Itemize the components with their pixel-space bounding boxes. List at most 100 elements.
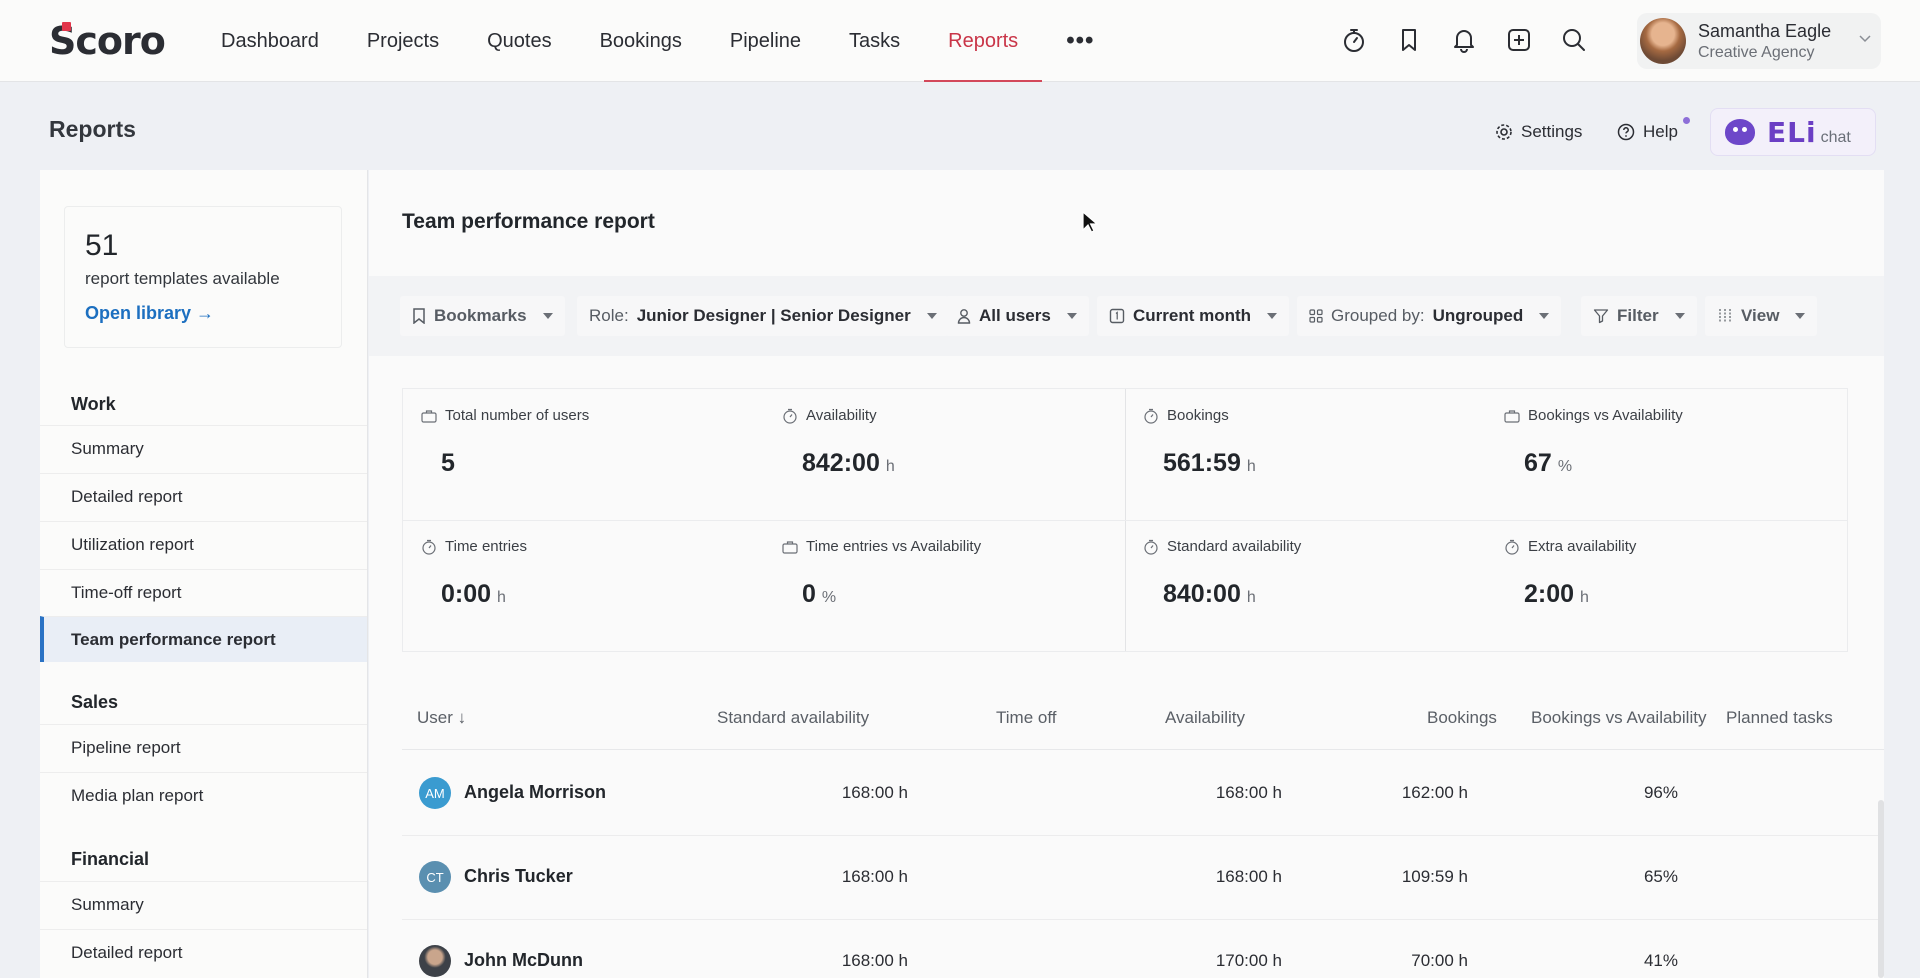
user-icon	[957, 309, 971, 324]
top-icon-group	[1340, 22, 1588, 58]
bell-icon[interactable]	[1450, 22, 1478, 58]
caret-down-icon	[1795, 313, 1806, 319]
sidebar-item-pipeline[interactable]: Pipeline report	[40, 724, 367, 770]
bookings-cell: 109:59 h	[1401, 867, 1468, 886]
add-icon[interactable]	[1505, 22, 1533, 58]
eli-chat-label: chat	[1820, 129, 1851, 146]
stat-label-group: Availability	[782, 407, 877, 424]
view-dropdown[interactable]: View	[1705, 296, 1818, 336]
calendar-icon	[1109, 308, 1125, 324]
stat-time-entries-vs-availability: Time entries vs Availability 0%	[764, 520, 1125, 652]
users-value: All users	[979, 306, 1051, 325]
column-planned-tasks[interactable]: Planned tasks	[1726, 708, 1833, 728]
nav-reports[interactable]: Reports	[924, 0, 1043, 82]
role-dropdown[interactable]: Role: Junior Designer | Senior Designer	[577, 296, 949, 336]
stat-label-group: Extra availability	[1504, 538, 1636, 555]
search-icon[interactable]	[1560, 22, 1588, 58]
stat-unit: h	[1580, 589, 1589, 606]
nav-projects[interactable]: Projects	[343, 0, 463, 82]
column-availability[interactable]: Availability	[1165, 708, 1245, 728]
standard-availability-cell: 168:00 h	[841, 867, 908, 886]
column-bookings-vs-availability[interactable]: Bookings vs Availability	[1531, 708, 1706, 728]
sidebar-item-financial-detailed[interactable]: Detailed report	[40, 929, 367, 975]
table-scrollbar[interactable]	[1878, 800, 1884, 978]
caret-down-icon	[1066, 313, 1077, 319]
stopwatch-icon	[1144, 539, 1158, 555]
bookings-cell: 70:00 h	[1411, 951, 1468, 970]
stat-label-group: Time entries	[421, 538, 527, 555]
availability-cell: 168:00 h	[1215, 867, 1282, 886]
nav-more-menu[interactable]: •••	[1042, 0, 1118, 82]
stat-value: 5	[441, 449, 455, 477]
table-row[interactable]: AM Angela Morrison 168:00 h 168:00 h 162…	[402, 752, 1884, 836]
group-by-dropdown[interactable]: Grouped by: Ungrouped	[1297, 296, 1562, 336]
user-name-cell[interactable]: Angela Morrison	[464, 782, 606, 803]
filter-label: Filter	[1617, 306, 1659, 325]
nav-bookings[interactable]: Bookings	[576, 0, 706, 82]
sidebar-item-financial-summary[interactable]: Summary	[40, 881, 367, 927]
filter-bar: Bookmarks Role: Junior Designer | Senior…	[369, 276, 1884, 356]
help-icon	[1617, 123, 1635, 141]
stat-value: 2:00	[1524, 580, 1575, 608]
stat-label: Time entries	[445, 538, 527, 555]
period-dropdown[interactable]: Current month	[1097, 296, 1290, 336]
group-by-value: Ungrouped	[1432, 306, 1524, 325]
briefcase-icon	[782, 540, 798, 554]
sidebar-item-work-detailed[interactable]: Detailed report	[40, 473, 367, 519]
stat-extra-availability: Extra availability 2:00 h	[1486, 520, 1847, 652]
settings-button[interactable]: Settings	[1495, 122, 1582, 142]
nav-quotes[interactable]: Quotes	[463, 0, 575, 82]
column-user-sort[interactable]: User ↓	[417, 708, 466, 728]
user-name-cell[interactable]: Chris Tucker	[464, 866, 573, 887]
table-row[interactable]: CT Chris Tucker 168:00 h 168:00 h 109:59…	[402, 836, 1884, 920]
column-bookings[interactable]: Bookings	[1427, 708, 1497, 728]
stat-label: Standard availability	[1167, 538, 1302, 555]
sidebar-item-team-performance[interactable]: Team performance report	[40, 616, 367, 662]
bookings-vs-availability-cell: 96%	[1643, 783, 1678, 802]
sidebar-item-work-summary[interactable]: Summary	[40, 425, 367, 471]
stat-label-group: Bookings	[1143, 407, 1229, 424]
scoro-logo[interactable]: Scoro	[49, 19, 166, 63]
user-avatar	[419, 945, 451, 977]
bookings-cell: 162:00 h	[1401, 783, 1468, 802]
logo-mark	[62, 22, 71, 31]
column-standard-availability[interactable]: Standard availability	[717, 708, 869, 728]
stat-availability: Availability 842:00 h	[764, 389, 1125, 521]
stat-bookings-vs-availability: Bookings vs Availability 67%	[1486, 389, 1847, 521]
sidebar-item-time-off[interactable]: Time-off report	[40, 569, 367, 615]
reports-sidebar: 51 report templates available Open libra…	[40, 170, 368, 978]
nav-dashboard[interactable]: Dashboard	[197, 0, 343, 82]
nav-tasks[interactable]: Tasks	[825, 0, 924, 82]
open-library-link[interactable]: Open library →	[85, 303, 214, 324]
bookmarks-dropdown[interactable]: Bookmarks	[400, 296, 565, 336]
role-label: Role:	[589, 306, 629, 325]
funnel-icon	[1593, 309, 1609, 324]
user-name: Samantha Eagle	[1698, 20, 1832, 41]
stat-value-group: 561:59 h	[1163, 449, 1256, 478]
user-name-cell[interactable]: John McDunn	[464, 950, 583, 971]
bookings-vs-availability-cell: 65%	[1643, 867, 1678, 886]
help-label: Help	[1643, 122, 1678, 141]
section-sales: Sales	[71, 692, 119, 712]
filter-dropdown[interactable]: Filter	[1581, 296, 1697, 336]
gear-icon	[1496, 124, 1512, 140]
user-organization: Creative Agency	[1698, 43, 1815, 61]
section-work: Work	[71, 394, 116, 414]
stat-label-group: Time entries vs Availability	[782, 538, 981, 555]
eli-bot-icon	[1725, 119, 1755, 145]
column-time-off[interactable]: Time off	[996, 708, 1056, 728]
user-menu[interactable]: Samantha Eagle Creative Agency	[1637, 13, 1881, 69]
stat-value: 561:59	[1163, 449, 1241, 477]
users-dropdown[interactable]: All users	[945, 296, 1089, 336]
help-button[interactable]: Help	[1617, 122, 1678, 142]
availability-cell: 170:00 h	[1215, 951, 1282, 970]
sidebar-item-media-plan[interactable]: Media plan report	[40, 772, 367, 818]
timer-icon[interactable]	[1340, 22, 1368, 58]
nav-pipeline[interactable]: Pipeline	[706, 0, 825, 82]
bookings-vs-availability-cell: 41%	[1643, 951, 1678, 970]
sidebar-item-utilization[interactable]: Utilization report	[40, 521, 367, 567]
bookmark-icon[interactable]	[1395, 22, 1423, 58]
stat-label: Availability	[806, 407, 877, 424]
table-row[interactable]: John McDunn 168:00 h 170:00 h 70:00 h 41…	[402, 920, 1884, 978]
eli-chat-button[interactable]: ELi chat	[1710, 108, 1876, 156]
